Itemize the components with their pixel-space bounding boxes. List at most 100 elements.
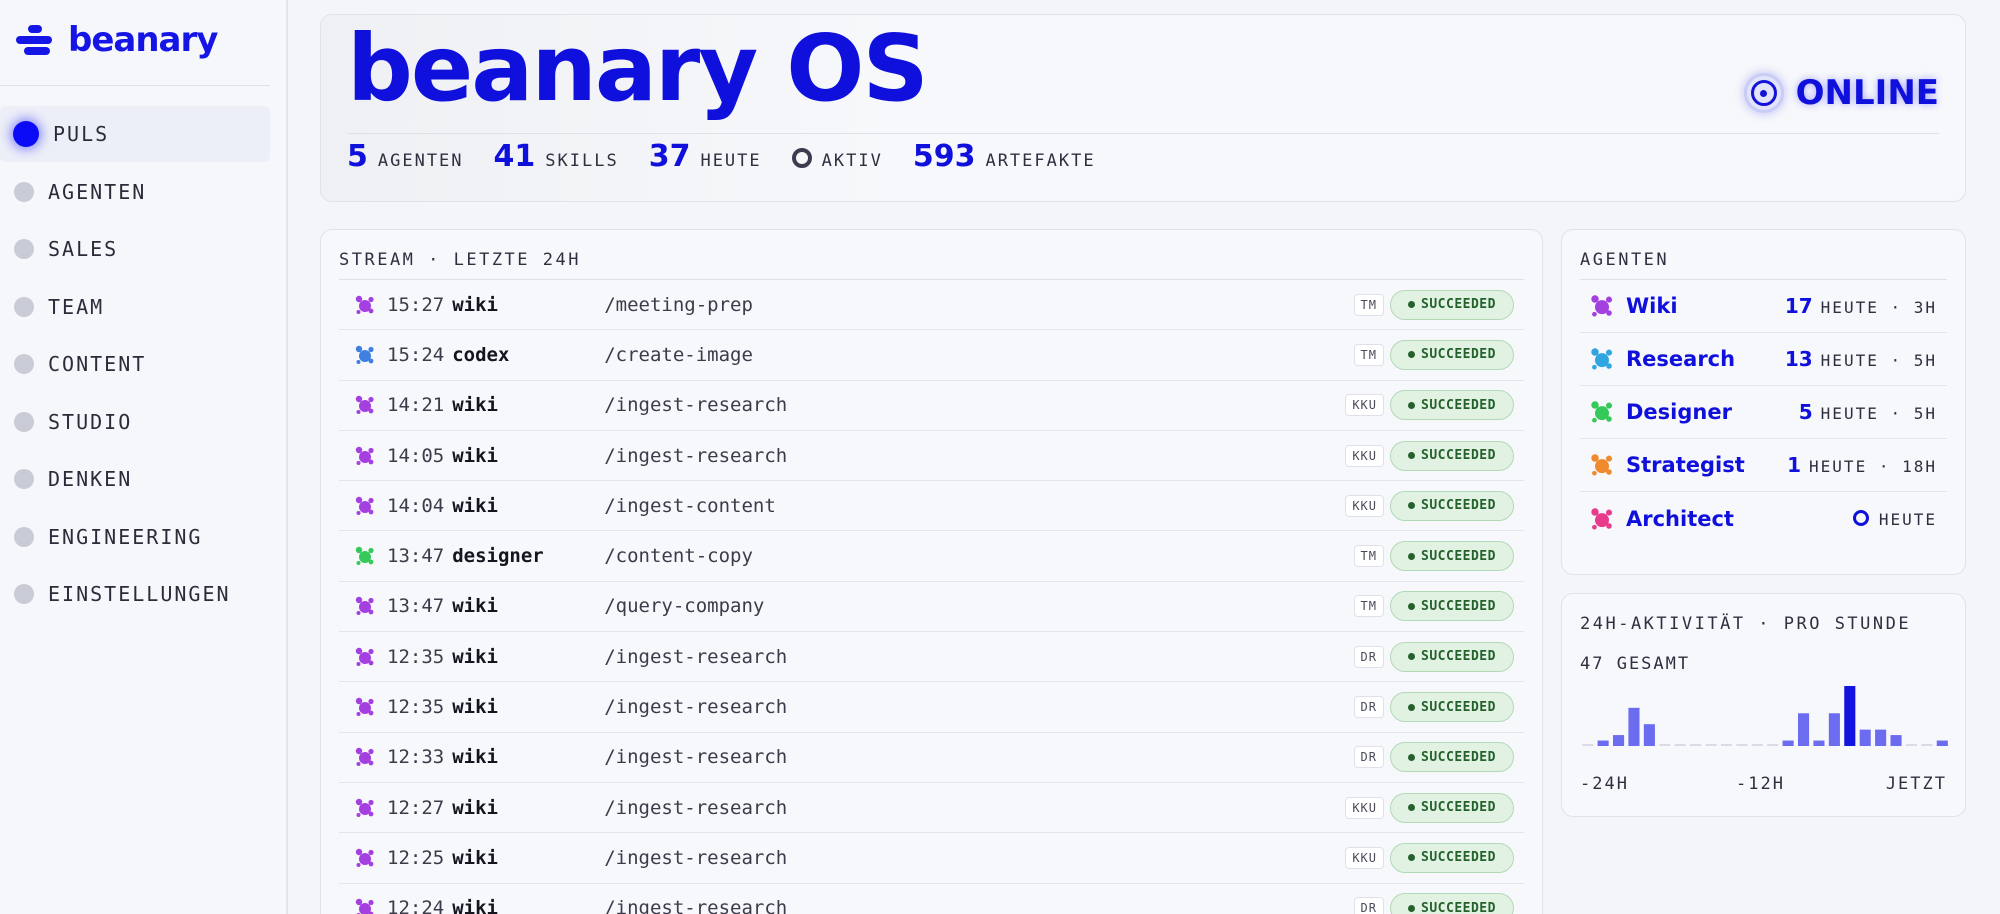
agent-meta-text: HEUTE · 5H bbox=[1820, 404, 1937, 423]
chart-bar bbox=[1597, 740, 1609, 746]
stats-bar: 5 AGENTEN 41 SKILLS 37 HEUTE AKTIV 593 A… bbox=[347, 139, 1126, 174]
row-user-tag: KKU bbox=[1345, 494, 1384, 517]
row-time: 12:35 bbox=[387, 696, 445, 719]
stream-row[interactable]: 12:33 wiki/ingest-research DR SUCCEEDED bbox=[339, 733, 1524, 783]
stream-row[interactable]: 15:24 codex/create-image TM SUCCEEDED bbox=[339, 330, 1524, 381]
stat-artifacts-value: 593 bbox=[912, 139, 976, 174]
agent-meta: 13 HEUTE · 5H bbox=[1785, 347, 1937, 371]
sidebar-item-label: PULS bbox=[53, 122, 110, 146]
stream-row[interactable]: 12:35 wiki/ingest-research DR SUCCEEDED bbox=[339, 632, 1524, 683]
chart-bar bbox=[1859, 729, 1871, 746]
wiki-agent-icon bbox=[353, 494, 377, 518]
status-badge: SUCCEEDED bbox=[1390, 641, 1514, 672]
agent-row-wiki[interactable]: Wiki 17 HEUTE · 3H bbox=[1580, 280, 1947, 333]
stream-row[interactable]: 14:21 wiki/ingest-research KKU SUCCEEDED bbox=[339, 381, 1524, 431]
row-time: 12:27 bbox=[387, 796, 445, 819]
row-user-tag: KKU bbox=[1345, 796, 1384, 819]
sidebar-item-team[interactable]: TEAM bbox=[0, 279, 270, 335]
chart-bar bbox=[1844, 686, 1856, 746]
chart-bar-empty bbox=[1720, 744, 1733, 746]
codex-agent-icon bbox=[353, 343, 377, 367]
chart-bar-empty bbox=[1921, 744, 1933, 746]
row-agent: wiki bbox=[452, 293, 498, 316]
row-agent: wiki bbox=[452, 394, 498, 417]
agent-meta-text: HEUTE · 5H bbox=[1820, 351, 1937, 370]
row-user-tag: DR bbox=[1353, 645, 1384, 668]
chart-bar-empty bbox=[1751, 744, 1763, 746]
sidebar-item-content[interactable]: CONTENT bbox=[0, 336, 270, 392]
row-time: 12:35 bbox=[387, 645, 445, 668]
status-badge: SUCCEEDED bbox=[1390, 440, 1514, 471]
stream-card: STREAM · LETZTE 24H 15:27 wiki/meeting-pr… bbox=[320, 229, 1543, 914]
sidebar-nav: PULS AGENTEN SALES TEAM CONTENT STUDIO DENKEN E… bbox=[0, 106, 270, 624]
row-skill: /ingest-research bbox=[604, 394, 788, 417]
row-time: 12:24 bbox=[387, 897, 445, 914]
chart-bar-empty bbox=[1767, 744, 1779, 746]
sidebar-item-engineering[interactable]: ENGINEERING bbox=[0, 509, 270, 565]
wiki-agent-icon bbox=[353, 846, 377, 870]
stream-row[interactable]: 12:35 wiki/ingest-research DR SUCCEEDED bbox=[339, 682, 1524, 733]
stream-row[interactable]: 12:27 wiki/ingest-research KKU SUCCEEDED bbox=[339, 783, 1524, 834]
architect-agent-icon bbox=[1588, 505, 1616, 533]
status-badge: SUCCEEDED bbox=[1390, 390, 1514, 421]
agent-row-designer[interactable]: Designer 5 HEUTE · 5H bbox=[1580, 386, 1947, 439]
sidebar-item-sales[interactable]: SALES bbox=[0, 221, 270, 277]
nav-dot-icon bbox=[14, 469, 34, 489]
activity-card: 24H-AKTIVITÄT · PRO STUNDE 47 GESAMT -24… bbox=[1561, 593, 1966, 817]
activity-axis: -24H -12H JETZT bbox=[1580, 774, 1947, 796]
sidebar-item-agenten[interactable]: AGENTEN bbox=[0, 164, 270, 220]
row-skill: /ingest-research bbox=[604, 645, 788, 668]
chart-bar bbox=[1875, 729, 1887, 746]
stat-skills-label: SKILLS bbox=[545, 151, 619, 171]
axis-label-end: JETZT bbox=[1885, 774, 1947, 794]
row-agent: wiki bbox=[452, 444, 498, 467]
stat-active-label: AKTIV bbox=[821, 151, 883, 171]
stat-artifacts-label: ARTEFAKTE bbox=[985, 151, 1096, 171]
stream-row[interactable]: 14:05 wiki/ingest-research KKU SUCCEEDED bbox=[339, 431, 1524, 482]
chart-bar-empty bbox=[1582, 744, 1594, 746]
agent-row-research[interactable]: Research 13 HEUTE · 5H bbox=[1580, 333, 1947, 386]
status-badge: SUCCEEDED bbox=[1390, 792, 1514, 823]
sidebar-item-label: CONTENT bbox=[48, 352, 147, 376]
wiki-agent-icon bbox=[353, 645, 377, 669]
stat-skills: 41 SKILLS bbox=[494, 139, 619, 174]
row-user-tag: KKU bbox=[1345, 394, 1384, 417]
agent-count: 5 bbox=[1798, 400, 1813, 424]
stream-row[interactable]: 13:47 designer/content-copy TM SUCCEEDED bbox=[339, 531, 1524, 582]
sidebar-item-einstellungen[interactable]: EINSTELLUNGEN bbox=[0, 566, 270, 622]
agent-name: Designer bbox=[1626, 400, 1732, 424]
agent-row-strategist[interactable]: Strategist 1 HEUTE · 18H bbox=[1580, 439, 1947, 492]
online-status-icon bbox=[1743, 73, 1784, 113]
stream-row[interactable]: 12:24 wiki/ingest-research DR SUCCEEDED bbox=[339, 884, 1524, 914]
status-badge: SUCCEEDED bbox=[1390, 692, 1514, 723]
row-user-tag: KKU bbox=[1345, 444, 1384, 467]
agent-meta-text: HEUTE · 3H bbox=[1820, 298, 1937, 317]
agent-name: Research bbox=[1626, 347, 1736, 371]
nav-dot-icon bbox=[14, 181, 34, 202]
logo-text: beanary bbox=[68, 20, 218, 60]
sidebar-item-studio[interactable]: STUDIO bbox=[0, 394, 270, 450]
row-skill: /meeting-prep bbox=[604, 293, 753, 316]
status-badge: SUCCEEDED bbox=[1390, 541, 1514, 572]
agent-name: Wiki bbox=[1626, 294, 1678, 318]
agent-row-architect[interactable]: Architect HEUTE bbox=[1580, 492, 1947, 545]
row-agent: designer bbox=[452, 545, 544, 568]
app-logo[interactable]: beanary bbox=[16, 20, 218, 60]
stream-row[interactable]: 13:47 wiki/query-company TM SUCCEEDED bbox=[339, 582, 1524, 633]
row-skill: /ingest-research bbox=[604, 796, 788, 819]
row-skill: /create-image bbox=[604, 343, 753, 366]
sidebar-item-puls[interactable]: PULS bbox=[0, 106, 270, 162]
sidebar-item-denken[interactable]: DENKEN bbox=[0, 451, 270, 507]
nav-dot-icon bbox=[14, 526, 34, 547]
stream-row[interactable]: 15:27 wiki/meeting-prep TM SUCCEEDED bbox=[339, 280, 1524, 331]
agent-name: Architect bbox=[1626, 506, 1734, 531]
status-badge: SUCCEEDED bbox=[1390, 490, 1514, 521]
strategist-agent-icon bbox=[1588, 451, 1616, 479]
agents-title: AGENTEN bbox=[1580, 250, 1670, 270]
stat-today-value: 37 bbox=[648, 139, 691, 174]
stream-row[interactable]: 12:25 wiki/ingest-research KKU SUCCEEDED bbox=[339, 833, 1524, 884]
row-skill: /ingest-research bbox=[604, 746, 788, 769]
status-badge: SUCCEEDED bbox=[1390, 289, 1514, 320]
wiki-agent-icon bbox=[353, 393, 377, 417]
stream-row[interactable]: 14:04 wiki/ingest-content KKU SUCCEEDED bbox=[339, 481, 1524, 532]
